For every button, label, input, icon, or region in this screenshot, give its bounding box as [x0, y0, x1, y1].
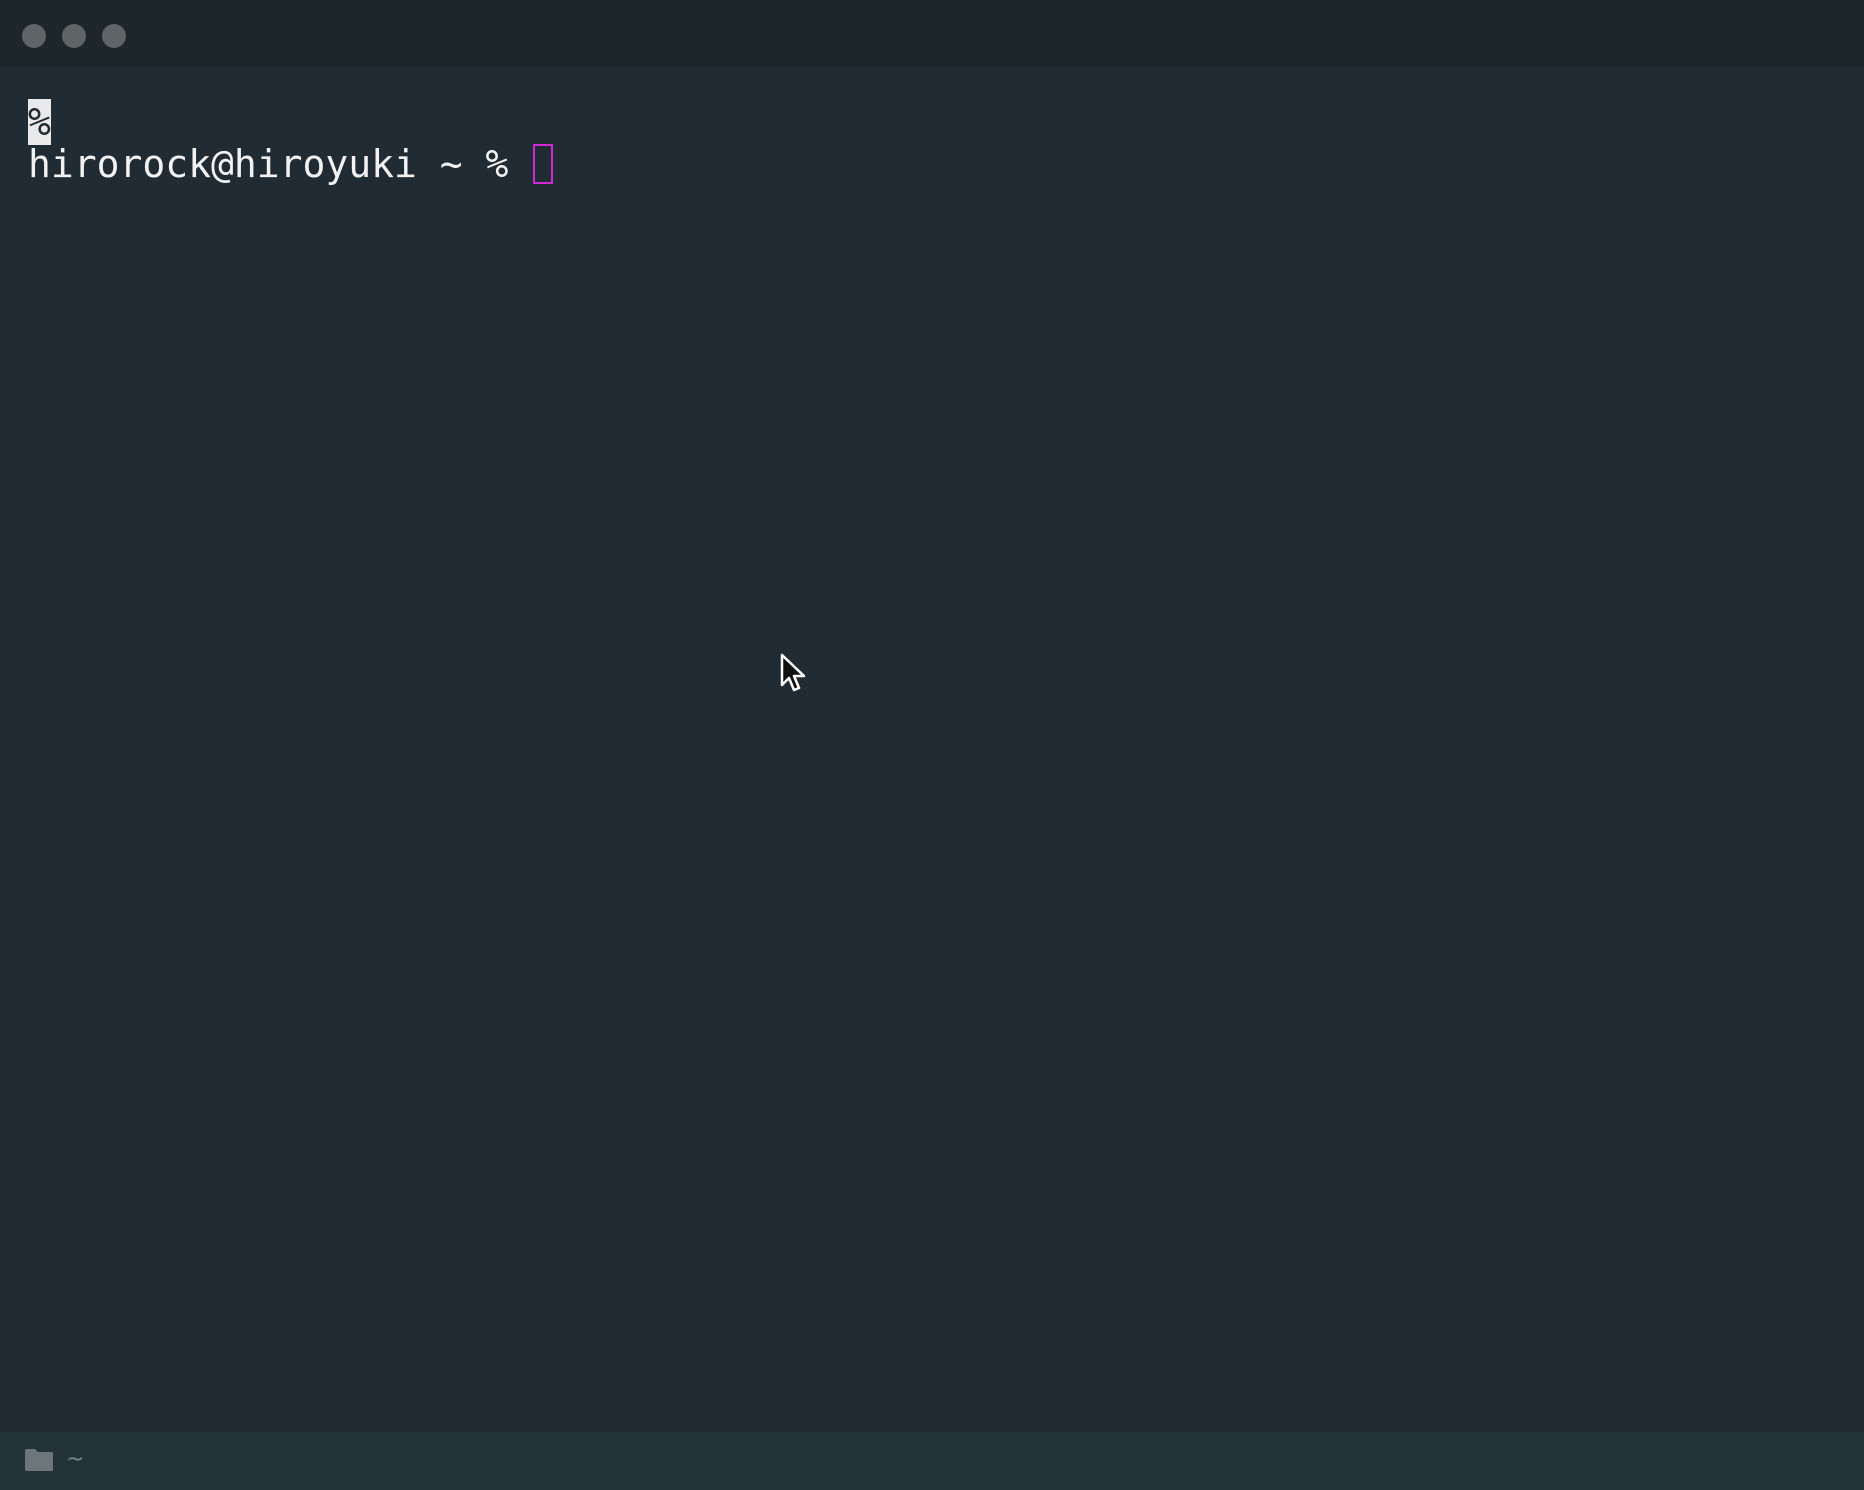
text-cursor — [533, 143, 554, 184]
partial-line-marker: % — [28, 99, 51, 145]
terminal-line-prompt: hirorock@hiroyuki ~ % — [28, 141, 554, 187]
terminal-line-eol-marker: % — [28, 99, 51, 145]
shell-prompt: hirorock@hiroyuki ~ % — [28, 142, 532, 186]
close-window-button[interactable] — [22, 24, 46, 48]
minimize-window-button[interactable] — [62, 24, 86, 48]
title-bar[interactable] — [0, 0, 1864, 67]
folder-icon — [25, 1449, 53, 1471]
mouse-pointer-icon — [780, 653, 806, 692]
current-directory: ~ — [66, 1447, 85, 1472]
status-bar: ~ — [0, 1432, 1864, 1490]
terminal-content[interactable]: % hirorock@hiroyuki ~ % — [0, 67, 1864, 1432]
zoom-window-button[interactable] — [102, 24, 126, 48]
terminal-window: % hirorock@hiroyuki ~ % ~ — [0, 0, 1864, 1490]
